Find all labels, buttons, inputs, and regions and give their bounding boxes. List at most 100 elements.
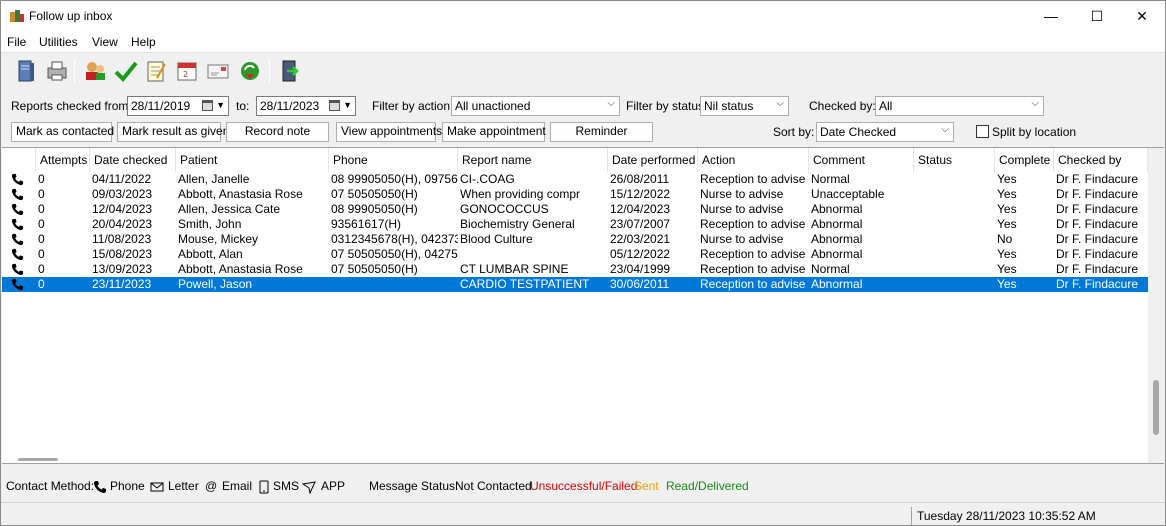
cell-action: Nurse to advise xyxy=(700,202,784,216)
phone-icon xyxy=(11,203,24,216)
cell-comment: Abnormal xyxy=(811,247,863,261)
cell-report-name: Blood Culture xyxy=(460,232,533,246)
split-by-location-label[interactable]: Split by location xyxy=(992,125,1076,139)
cell-status xyxy=(914,277,995,292)
cell-comment: Abnormal xyxy=(811,232,863,246)
col-status[interactable]: Status xyxy=(914,148,995,172)
table-row[interactable]: 0 09/03/2023 Abbott, Anastasia Rose 07 5050… xyxy=(2,187,1148,202)
cell-attempts: 0 xyxy=(38,262,45,276)
cell-comment: Abnormal xyxy=(811,277,863,291)
filter-status-select[interactable]: Nil status ⌵ xyxy=(700,96,789,116)
table-header: Attempts Date checked Patient Phone Repo… xyxy=(2,148,1148,172)
cell-complete: Yes xyxy=(997,187,1017,201)
table-row[interactable]: 0 04/11/2022 Allen, Janelle 08 99905050(H),… xyxy=(2,172,1148,187)
app-icon xyxy=(302,481,316,494)
from-date-picker[interactable]: 28/11/2019 ▼ xyxy=(127,96,229,116)
col-patient[interactable]: Patient xyxy=(176,148,329,172)
cell-complete: Yes xyxy=(997,277,1017,291)
col-date-performed[interactable]: Date performed xyxy=(608,148,698,172)
split-by-location-checkbox[interactable] xyxy=(976,125,989,138)
cell-action: Nurse to advise xyxy=(700,232,784,246)
refresh-icon[interactable] xyxy=(237,58,263,84)
printer-icon[interactable] xyxy=(44,58,70,84)
to-label: to: xyxy=(236,99,250,113)
minimize-button[interactable]: — xyxy=(1028,1,1074,32)
title-bar: Follow up inbox — ☐ ✕ xyxy=(1,1,1165,32)
phone-icon xyxy=(11,263,24,276)
col-report-name[interactable]: Report name xyxy=(458,148,608,172)
cell-phone xyxy=(329,277,458,292)
cell-report-name: GONOCOCCUS xyxy=(460,202,549,216)
table-row[interactable]: 0 13/09/2023 Abbott, Anastasia Rose 07 5050… xyxy=(2,262,1148,277)
menu-utilities[interactable]: Utilities xyxy=(39,35,78,49)
cell-date-performed: 12/04/2023 xyxy=(610,202,671,216)
scrollbar-thumb[interactable] xyxy=(1153,380,1159,435)
menu-help[interactable]: Help xyxy=(131,35,156,49)
col-checked-by[interactable]: Checked by xyxy=(1054,148,1148,172)
checkmark-icon[interactable] xyxy=(113,58,139,84)
menu-file[interactable]: File xyxy=(7,35,26,49)
table-row[interactable]: 0 11/08/2023 Mouse, Mickey 0312345678(H), 0… xyxy=(2,232,1148,247)
server-icon[interactable] xyxy=(13,58,39,84)
cell-date-checked: 13/09/2023 xyxy=(92,262,153,276)
horizontal-scrollbar-thumb[interactable] xyxy=(18,458,58,461)
cell-attempts: 0 xyxy=(38,232,45,246)
checked-by-select[interactable]: All ⌵ xyxy=(875,96,1044,116)
table-row[interactable]: 0 23/11/2023 Powell, Jason CARDIO TESTPATIE… xyxy=(2,277,1148,292)
cell-complete: Yes xyxy=(997,247,1017,261)
table-row[interactable]: 0 12/04/2023 Allen, Jessica Cate 08 9990505… xyxy=(2,202,1148,217)
phone-icon xyxy=(11,218,24,231)
cell-patient: Mouse, Mickey xyxy=(178,232,259,246)
table-row[interactable]: 0 15/08/2023 Abbott, Alan 07 50505050(H), 0… xyxy=(2,247,1148,262)
record-note-button[interactable]: Record note xyxy=(226,122,329,142)
cell-status xyxy=(914,247,995,262)
filter-status-value: Nil status xyxy=(704,99,754,113)
vertical-scrollbar[interactable] xyxy=(1148,148,1164,463)
cell-attempts: 0 xyxy=(38,217,45,231)
col-phone[interactable]: Phone xyxy=(329,148,458,172)
cell-phone: 0312345678(H), 0423731313 xyxy=(331,232,458,246)
menu-bar: File Utilities View Help xyxy=(1,32,1165,52)
mark-result-given-button[interactable]: Mark result as given xyxy=(117,122,229,142)
exit-icon[interactable] xyxy=(277,58,303,84)
reminder-button[interactable]: Reminder xyxy=(550,122,653,142)
view-appointments-button[interactable]: View appointments xyxy=(336,122,442,142)
checked-by-value: All xyxy=(879,99,893,113)
chevron-down-icon: ⌵ xyxy=(607,98,615,109)
cell-patient: Abbott, Anastasia Rose xyxy=(178,187,303,201)
col-action[interactable]: Action xyxy=(698,148,809,172)
close-button[interactable]: ✕ xyxy=(1119,1,1165,32)
cell-patient: Abbott, Alan xyxy=(178,247,243,261)
phone-icon xyxy=(11,233,24,246)
col-comment[interactable]: Comment xyxy=(809,148,914,172)
col-attempts[interactable]: Attempts xyxy=(36,148,90,172)
cell-attempts: 0 xyxy=(38,277,45,291)
notepad-icon[interactable] xyxy=(143,58,169,84)
table-row[interactable]: 0 20/04/2023 Smith, John 93561617(H) Biochem… xyxy=(2,217,1148,232)
cell-date-checked: 15/08/2023 xyxy=(92,247,153,261)
chevron-down-icon: ⌵ xyxy=(776,98,784,109)
cell-checked-by: Dr F. Findacure xyxy=(1056,262,1139,276)
people-icon[interactable] xyxy=(82,58,108,84)
to-date-picker[interactable]: 28/11/2023 ▼ xyxy=(256,96,356,116)
window-title: Follow up inbox xyxy=(29,9,113,23)
filter-action-select[interactable]: All unactioned ⌵ xyxy=(451,96,620,116)
calendar-icon[interactable]: 2 xyxy=(174,58,200,84)
mark-contacted-button[interactable]: Mark as contacted xyxy=(11,122,114,142)
col-date-checked[interactable]: Date checked xyxy=(90,148,176,172)
cell-status xyxy=(914,262,995,277)
make-appointment-button[interactable]: Make appointment xyxy=(442,122,546,142)
cell-complete: Yes xyxy=(997,217,1017,231)
cell-phone: 08 99905050(H), 0975612345 xyxy=(331,172,458,186)
col-complete[interactable]: Complete xyxy=(995,148,1054,172)
cell-checked-by: Dr F. Findacure xyxy=(1056,232,1139,246)
menu-view[interactable]: View xyxy=(92,35,118,49)
sort-by-select[interactable]: Date Checked ⌵ xyxy=(816,122,954,142)
email-icon: @ xyxy=(205,479,218,493)
phone-icon xyxy=(11,188,24,201)
phone-icon xyxy=(94,481,106,493)
message-status-label: Message Status: xyxy=(369,479,459,493)
maximize-button[interactable]: ☐ xyxy=(1074,1,1120,32)
mail-icon[interactable] xyxy=(205,58,231,84)
cell-comment: Abnormal xyxy=(811,217,863,231)
